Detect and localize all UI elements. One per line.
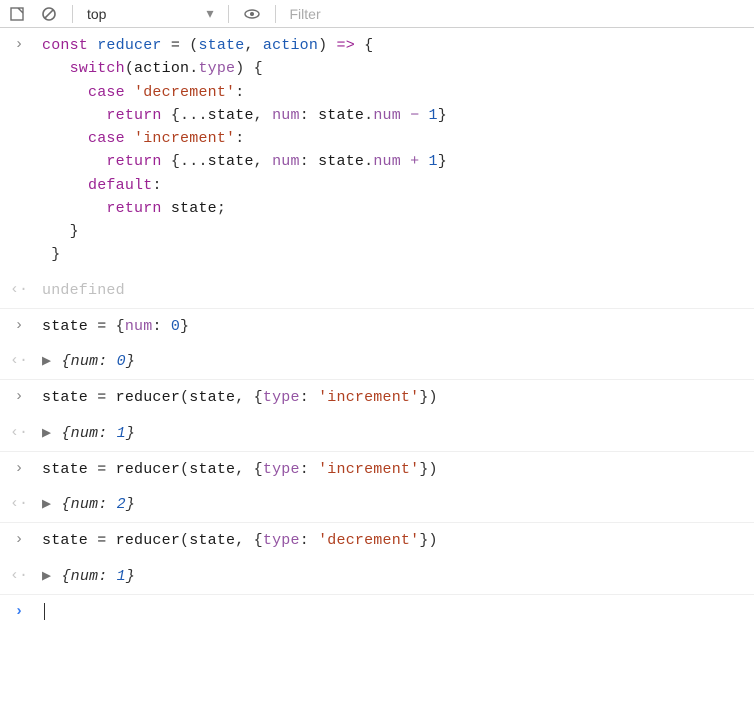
console-log: › const reducer = (state, action) => { s… bbox=[0, 28, 754, 638]
toolbar-separator bbox=[275, 5, 276, 23]
filter-input[interactable]: Filter bbox=[290, 6, 321, 22]
console-input-row: › state = reducer(state, {type: 'decreme… bbox=[0, 523, 754, 558]
code-line[interactable]: state = reducer(state, {type: 'increment… bbox=[42, 386, 746, 409]
output-object[interactable]: ▶ {num: 1} bbox=[42, 422, 746, 445]
context-dropdown[interactable]: top ▾ bbox=[87, 5, 214, 22]
block-icon[interactable] bbox=[40, 5, 58, 23]
code-line[interactable]: state = reducer(state, {type: 'decrement… bbox=[42, 529, 746, 552]
toolbar-separator bbox=[228, 5, 229, 23]
input-chevron-icon: › bbox=[14, 460, 23, 477]
output-chevron-icon: ‹· bbox=[10, 281, 28, 298]
output-object[interactable]: ▶ {num: 1} bbox=[42, 565, 746, 588]
output-chevron-icon: ‹· bbox=[10, 567, 28, 584]
disclosure-triangle-icon[interactable]: ▶ bbox=[42, 425, 51, 442]
disclosure-triangle-icon[interactable]: ▶ bbox=[42, 353, 51, 370]
input-chevron-icon: › bbox=[14, 531, 23, 548]
code-block[interactable]: const reducer = (state, action) => { swi… bbox=[42, 34, 746, 267]
code-line[interactable]: state = reducer(state, {type: 'increment… bbox=[42, 458, 746, 481]
output-object[interactable]: ▶ {num: 0} bbox=[42, 350, 746, 373]
input-chevron-icon: › bbox=[14, 388, 23, 405]
console-input-row: › state = reducer(state, {type: 'increme… bbox=[0, 452, 754, 487]
console-input-row: › const reducer = (state, action) => { s… bbox=[0, 28, 754, 273]
console-output-row: ‹· ▶ {num: 1} bbox=[0, 416, 754, 452]
chevron-down-icon: ▾ bbox=[206, 5, 213, 22]
prompt-chevron-icon: › bbox=[14, 603, 23, 620]
output-chevron-icon: ‹· bbox=[10, 495, 28, 512]
output-value[interactable]: undefined bbox=[42, 279, 746, 302]
console-toolbar: top ▾ Filter bbox=[0, 0, 754, 28]
cursor bbox=[44, 603, 45, 620]
eye-icon[interactable] bbox=[243, 5, 261, 23]
code-line[interactable]: state = {num: 0} bbox=[42, 315, 746, 338]
console-input[interactable] bbox=[42, 601, 746, 624]
toolbar-separator bbox=[72, 5, 73, 23]
context-label: top bbox=[87, 6, 106, 22]
disclosure-triangle-icon[interactable]: ▶ bbox=[42, 496, 51, 513]
console-input-row: › state = reducer(state, {type: 'increme… bbox=[0, 380, 754, 415]
console-prompt-row[interactable]: › bbox=[0, 595, 754, 630]
output-chevron-icon: ‹· bbox=[10, 352, 28, 369]
console-output-row: ‹· ▶ {num: 0} bbox=[0, 344, 754, 380]
console-output-row: ‹· undefined bbox=[0, 273, 754, 309]
console-output-row: ‹· ▶ {num: 2} bbox=[0, 487, 754, 523]
input-chevron-icon: › bbox=[14, 36, 23, 53]
clear-console-icon[interactable] bbox=[8, 5, 26, 23]
console-input-row: › state = {num: 0} bbox=[0, 309, 754, 344]
input-chevron-icon: › bbox=[14, 317, 23, 334]
disclosure-triangle-icon[interactable]: ▶ bbox=[42, 568, 51, 585]
output-object[interactable]: ▶ {num: 2} bbox=[42, 493, 746, 516]
output-chevron-icon: ‹· bbox=[10, 424, 28, 441]
console-output-row: ‹· ▶ {num: 1} bbox=[0, 559, 754, 595]
